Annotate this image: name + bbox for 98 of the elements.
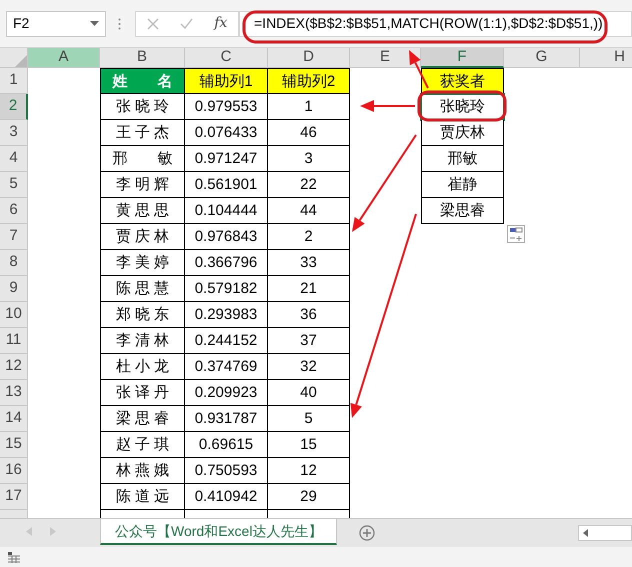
- table-cell: 0.293983: [185, 302, 268, 328]
- select-all-button[interactable]: [0, 48, 28, 68]
- row-header[interactable]: 1: [0, 68, 28, 94]
- table-cell: 张晓玲: [421, 94, 504, 120]
- table-cell: 1: [268, 94, 350, 120]
- row-header[interactable]: 6: [0, 198, 28, 224]
- chevron-right-icon: [50, 527, 56, 536]
- table-cell: 12: [268, 458, 350, 484]
- table-cell: 3: [268, 146, 350, 172]
- table-cell: 林 燕 娥: [100, 458, 185, 484]
- column-header[interactable]: E: [350, 48, 421, 68]
- table-cell: 0.750593: [185, 458, 268, 484]
- row-header[interactable]: 2: [0, 94, 28, 120]
- row-header[interactable]: 13: [0, 380, 28, 406]
- table-cell: 0.366796: [185, 250, 268, 276]
- column-header[interactable]: C: [185, 48, 268, 68]
- chevron-left-icon: [26, 527, 32, 536]
- table-cell: 21: [268, 276, 350, 302]
- table-cell: 李 明 辉: [100, 172, 185, 198]
- column-header[interactable]: G: [504, 48, 580, 68]
- row-header[interactable]: 5: [0, 172, 28, 198]
- row-header[interactable]: 3: [0, 120, 28, 146]
- table-cell: 0.69615: [185, 432, 268, 458]
- table-cell: 黄 思 思: [100, 198, 185, 224]
- column-header[interactable]: A: [28, 48, 100, 68]
- arrow: [409, 50, 429, 88]
- row-header[interactable]: 17: [0, 484, 28, 510]
- table-cell: 梁 思 睿: [100, 406, 185, 432]
- table-cell: 0.976843: [185, 224, 268, 250]
- table-cell: 15: [268, 432, 350, 458]
- row-header[interactable]: 8: [0, 250, 28, 276]
- table-cell: 36: [268, 302, 350, 328]
- table-cell: 0.076433: [185, 120, 268, 146]
- row-header[interactable]: 12: [0, 354, 28, 380]
- column-header[interactable]: B: [100, 48, 185, 68]
- row-header[interactable]: 7: [0, 224, 28, 250]
- row-header[interactable]: 9: [0, 276, 28, 302]
- table-cell: 46: [268, 120, 350, 146]
- table-cell: 郑 晓 东: [100, 302, 185, 328]
- table-header-cell: 辅助列1: [185, 68, 268, 94]
- table-cell: 李 清 林: [100, 328, 185, 354]
- grip-icon: [118, 18, 121, 30]
- table-cell: 赵 子 琪: [100, 432, 185, 458]
- table-cell: 2: [268, 224, 350, 250]
- row-header[interactable]: 15: [0, 432, 28, 458]
- caret-icon: [90, 21, 99, 26]
- table-cell: 0.579182: [185, 276, 268, 302]
- horizontal-scrollbar[interactable]: [578, 525, 632, 541]
- table-header-cell: 姓 名: [100, 68, 185, 94]
- table-cell: 0.931787: [185, 406, 268, 432]
- table-cell: 0.244152: [185, 328, 268, 354]
- add-sheet-icon: [359, 525, 376, 541]
- table-cell: 44: [268, 198, 350, 224]
- table-cell: 33: [268, 250, 350, 276]
- insert-function-button[interactable]: fx: [214, 13, 228, 34]
- table-cell: 崔静: [421, 172, 504, 198]
- table-cell: 40: [268, 380, 350, 406]
- paste-options-icon: [507, 225, 525, 243]
- column-header[interactable]: H: [580, 48, 632, 68]
- table-cell: 0.374769: [185, 354, 268, 380]
- table-cell: 37: [268, 328, 350, 354]
- table-cell: 0.971247: [185, 146, 268, 172]
- row-header[interactable]: [0, 510, 28, 518]
- row-header[interactable]: 14: [0, 406, 28, 432]
- sheet-view-icon: [8, 552, 20, 562]
- table-cell: 22: [268, 172, 350, 198]
- table-cell: 贾庆林: [421, 120, 504, 146]
- name-box[interactable]: F2: [6, 10, 106, 36]
- table-cell: 杜 小 龙: [100, 354, 185, 380]
- table-header-cell: 辅助列2: [268, 68, 350, 94]
- table-cell: 29: [268, 484, 350, 510]
- row-header[interactable]: 10: [0, 302, 28, 328]
- table-cell: 0.561901: [185, 172, 268, 198]
- table-cell: 0.209923: [185, 380, 268, 406]
- row-header[interactable]: 4: [0, 146, 28, 172]
- sheet-tab[interactable]: 公众号【Word和Excel达人先生】: [100, 519, 338, 545]
- column-header[interactable]: D: [268, 48, 350, 68]
- table-cell: 陈 思 慧: [100, 276, 185, 302]
- table-cell: 张 译 丹: [100, 380, 185, 406]
- table-cell: 王 子 杰: [100, 120, 185, 146]
- column-header[interactable]: F: [421, 48, 504, 68]
- table-cell: 陈 道 远: [100, 484, 185, 510]
- row-header[interactable]: 16: [0, 458, 28, 484]
- table-cell: 贾 庆 林: [100, 224, 185, 250]
- table-cell: 张 晓 玲: [100, 94, 185, 120]
- table-cell: 李 美 婷: [100, 250, 185, 276]
- table-cell: 0.979553: [185, 94, 268, 120]
- arrow: [360, 100, 415, 112]
- table-cell: 梁思睿: [421, 198, 504, 224]
- table-cell: 5: [268, 406, 350, 432]
- table-cell: 0.104444: [185, 198, 268, 224]
- table-cell: 邢敏: [421, 146, 504, 172]
- table-cell: 32: [268, 354, 350, 380]
- cancel-icon: [146, 18, 159, 30]
- table-cell: 0.410942: [185, 484, 268, 510]
- check-icon: [180, 18, 193, 29]
- row-header[interactable]: 11: [0, 328, 28, 354]
- table-cell: 邢 敏: [100, 146, 185, 172]
